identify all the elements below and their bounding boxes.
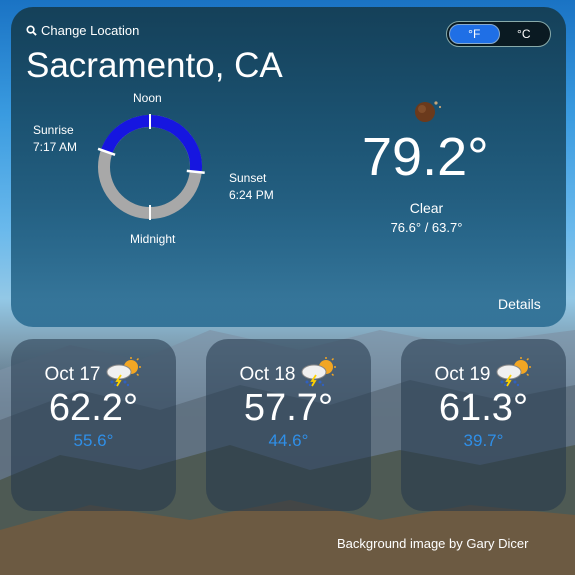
fahrenheit-button[interactable]: °F — [449, 24, 500, 44]
forecast-card[interactable]: Oct 18 57.7° 44.6° — [206, 339, 371, 511]
celsius-button[interactable]: °C — [500, 24, 549, 44]
current-condition: Clear — [409, 200, 444, 216]
forecast-low: 39.7° — [463, 431, 504, 450]
forecast-card[interactable]: Oct 17 62.2° 55.6° — [11, 339, 176, 511]
city-name: Sacramento, CA — [26, 46, 283, 85]
change-location-link[interactable]: Change Location — [26, 23, 139, 38]
unit-toggle[interactable]: °F °C — [446, 21, 551, 47]
search-icon — [26, 25, 37, 36]
forecast-low: 44.6° — [268, 431, 309, 450]
moon-icon — [414, 98, 444, 129]
forecast-card[interactable]: Oct 19 61.3° 39.7° — [401, 339, 566, 511]
forecast-high: 62.2° — [48, 387, 139, 429]
details-link[interactable]: Details — [498, 296, 541, 312]
background-credit: Background image by Gary Dicer — [337, 536, 529, 551]
forecast-high: 57.7° — [243, 387, 334, 429]
forecast-date: Oct 17 — [44, 364, 101, 385]
high-low-temperature: 76.6° / 63.7° — [390, 220, 463, 235]
change-location-label: Change Location — [41, 23, 140, 38]
forecast-date: Oct 19 — [434, 364, 491, 385]
forecast-date: Oct 18 — [239, 364, 296, 385]
forecast-low: 55.6° — [73, 431, 114, 450]
current-temperature: 79.2° — [362, 127, 489, 187]
forecast-high: 61.3° — [438, 387, 529, 429]
